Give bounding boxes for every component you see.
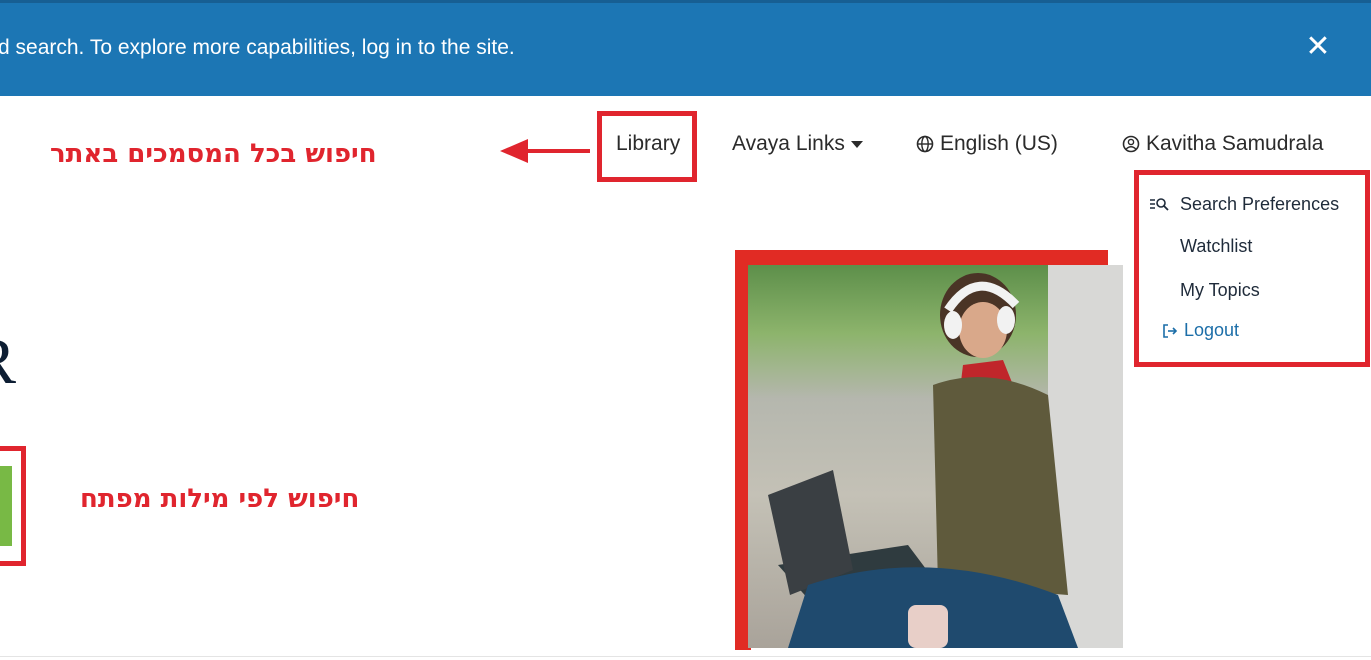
library-highlight-box xyxy=(597,111,697,182)
language-label: English (US) xyxy=(940,132,1058,155)
user-menu-toggle[interactable]: Kavitha Samudrala xyxy=(1122,132,1323,159)
hero-image xyxy=(718,225,1130,653)
user-name: Kavitha Samudrala xyxy=(1146,132,1324,155)
arrow-shaft xyxy=(524,149,590,153)
language-selector[interactable]: English (US) xyxy=(916,132,1058,159)
hero-photo xyxy=(748,265,1123,648)
red-frame-top xyxy=(735,250,1108,266)
annotation-site-search: חיפוש בכל המסמכים באתר xyxy=(50,139,377,169)
globe-icon xyxy=(916,135,934,159)
banner-message: d search. To explore more capabilities, … xyxy=(0,36,515,59)
user-circle-icon xyxy=(1122,135,1140,159)
info-banner: d search. To explore more capabilities, … xyxy=(0,0,1371,96)
nav-avaya-links-dropdown[interactable]: Avaya Links xyxy=(732,132,863,156)
menu-highlight-box xyxy=(1134,170,1370,367)
person-illustration xyxy=(768,273,1078,648)
nav-avaya-links-label: Avaya Links xyxy=(732,132,845,155)
search-highlight-box xyxy=(0,446,26,566)
chevron-down-icon xyxy=(850,140,863,148)
divider xyxy=(0,656,1371,657)
hero-heading-fragment: R xyxy=(0,324,16,400)
close-icon[interactable]: ✕ xyxy=(1300,29,1336,65)
annotation-keyword-search: חיפוש לפי מילות מפתח xyxy=(80,484,360,514)
